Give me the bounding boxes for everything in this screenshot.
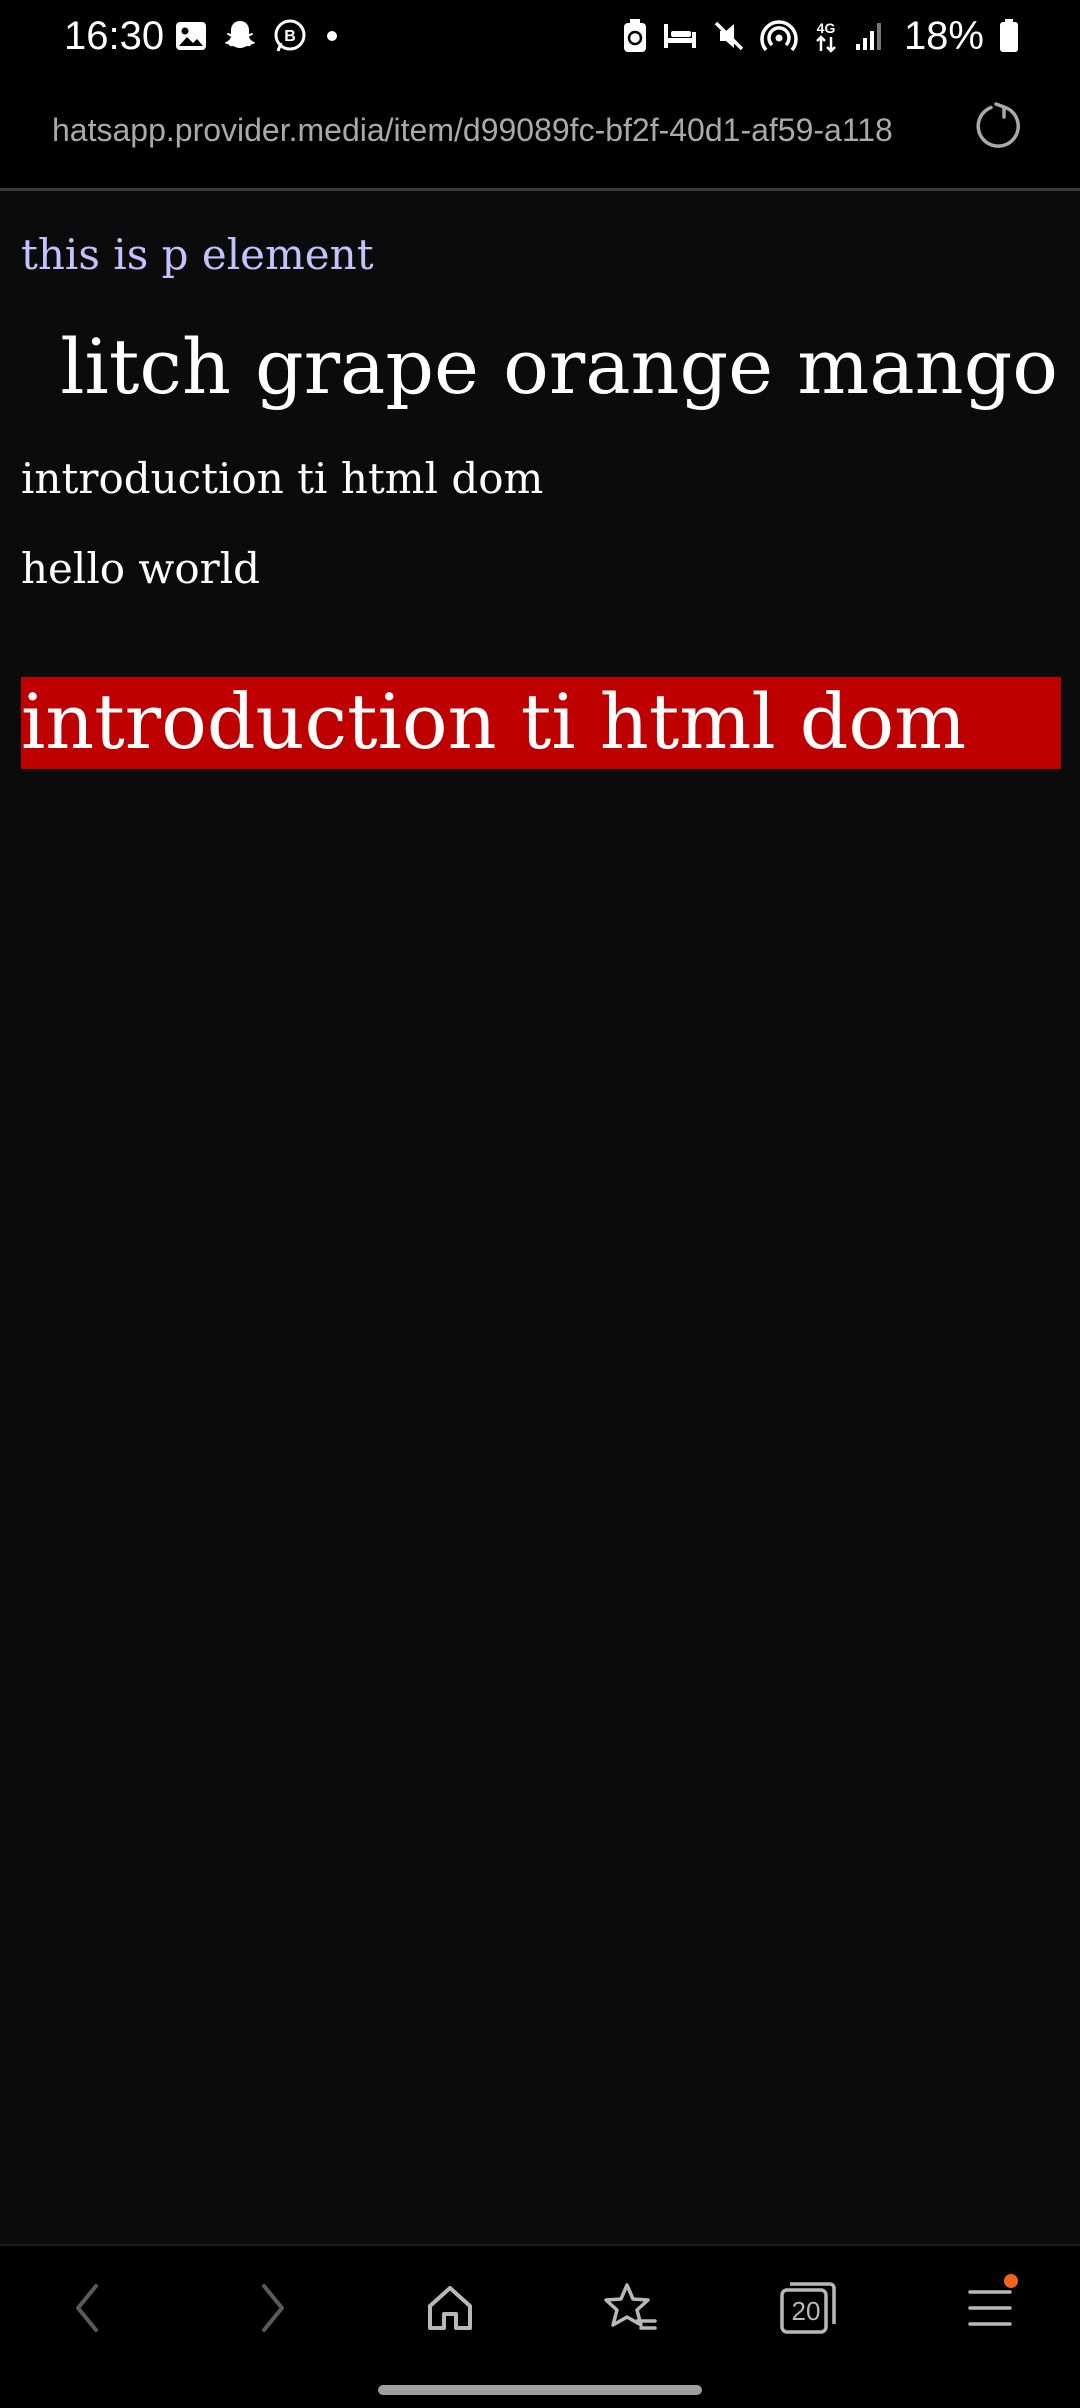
- bottom-navigation-bar: 20: [0, 2244, 1080, 2408]
- status-time: 16:30: [64, 14, 165, 58]
- back-icon: [68, 2280, 108, 2336]
- svg-text:B: B: [284, 28, 296, 45]
- dot-icon: [322, 26, 342, 46]
- battery-saver-icon: [622, 18, 648, 54]
- reload-button[interactable]: [970, 98, 1026, 154]
- reload-icon: [970, 98, 1026, 154]
- 4g-data-icon: 4G: [812, 18, 840, 54]
- snapchat-icon: [222, 18, 258, 54]
- hotspot-icon: [760, 18, 798, 54]
- bookmarks-icon: [601, 2279, 659, 2337]
- menu-icon: [966, 2274, 1018, 2332]
- svg-text:4G: 4G: [817, 20, 836, 36]
- hello-paragraph: hello world: [21, 544, 261, 593]
- back-button[interactable]: [56, 2276, 120, 2340]
- home-icon: [422, 2280, 478, 2336]
- url-bar: hatsapp.provider.media/item/d99089fc-bf2…: [0, 72, 1080, 191]
- menu-button[interactable]: [958, 2274, 1022, 2340]
- forward-icon: [252, 2280, 292, 2336]
- tabs-button[interactable]: 20: [776, 2276, 840, 2340]
- intro-paragraph: introduction ti html dom: [21, 454, 544, 503]
- home-button[interactable]: [418, 2276, 482, 2340]
- battery-percentage: 18%: [903, 14, 984, 58]
- sleep-mode-icon: [662, 20, 698, 52]
- tabs-icon: 20: [776, 2276, 840, 2340]
- mute-icon: [712, 19, 746, 53]
- fruits-heading: litch grape orange mango: [60, 322, 1058, 411]
- web-page-content: this is p element litch grape orange man…: [0, 191, 1080, 2241]
- status-right-icons: 4G 18%: [622, 12, 1020, 60]
- home-indicator[interactable]: [378, 2385, 702, 2395]
- menu-notification-dot: [1004, 2274, 1018, 2288]
- battery-icon: [998, 18, 1020, 54]
- url-field[interactable]: hatsapp.provider.media/item/d99089fc-bf2…: [52, 108, 893, 152]
- signal-icon: [854, 20, 884, 52]
- status-left-icons: B: [174, 14, 342, 58]
- tabs-count: 20: [791, 2295, 821, 2326]
- gallery-icon: [174, 19, 208, 53]
- status-bar: 16:30 B 4G 18%: [0, 0, 1080, 72]
- forward-button[interactable]: [240, 2276, 304, 2340]
- bookmarks-button[interactable]: [598, 2276, 662, 2340]
- whatsapp-business-icon: B: [272, 18, 308, 54]
- intro-highlight-heading: introduction ti html dom: [21, 677, 1061, 769]
- p-element-text: this is p element: [21, 230, 374, 279]
